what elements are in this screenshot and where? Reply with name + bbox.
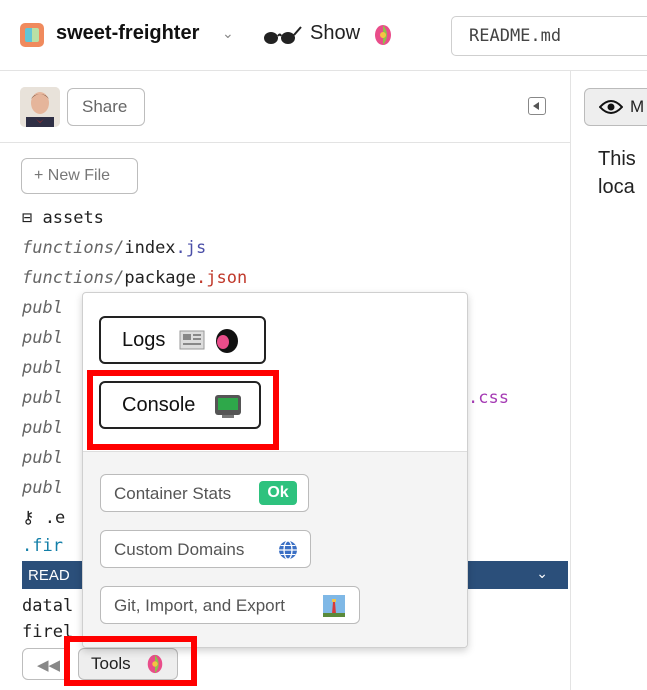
file-item[interactable]: publ bbox=[22, 386, 63, 410]
tools-button-label: Tools bbox=[91, 654, 131, 673]
fish-icon bbox=[375, 25, 391, 45]
file-path: publ bbox=[22, 478, 63, 498]
collapse-sidebar-icon[interactable] bbox=[528, 97, 546, 115]
file-name: .fir bbox=[22, 536, 63, 556]
markdown-toggle-button[interactable]: M bbox=[584, 88, 647, 126]
file-item-assets[interactable]: ⊟ assets bbox=[22, 206, 104, 230]
search-input[interactable]: README.md bbox=[451, 16, 647, 56]
chevron-down-icon[interactable]: ⌄ bbox=[536, 565, 548, 582]
markdown-label: M bbox=[630, 97, 645, 116]
logs-button[interactable]: Logs bbox=[99, 316, 266, 364]
file-name: package bbox=[124, 268, 197, 288]
tools-button[interactable]: Tools bbox=[78, 648, 178, 680]
file-item[interactable]: publ bbox=[22, 476, 63, 500]
divider bbox=[0, 142, 570, 143]
glasses-icon[interactable] bbox=[262, 24, 302, 46]
file-item[interactable]: functions/package.json bbox=[22, 266, 247, 290]
file-item[interactable]: datal bbox=[22, 594, 73, 618]
status-badge: Ok bbox=[259, 481, 297, 505]
file-name: assets bbox=[42, 208, 104, 228]
file-ext: .js bbox=[175, 238, 207, 258]
avatar[interactable] bbox=[20, 87, 60, 127]
file-path: publ bbox=[22, 298, 63, 318]
file-path: publ bbox=[22, 448, 63, 468]
file-path: publ bbox=[22, 328, 63, 348]
console-button[interactable]: Console bbox=[99, 381, 261, 429]
container-stats-button[interactable]: Container Stats Ok bbox=[100, 474, 309, 512]
globe-icon bbox=[279, 540, 297, 560]
preview-line: This bbox=[598, 148, 636, 170]
logs-button-label: Logs bbox=[122, 329, 166, 351]
divider bbox=[570, 70, 571, 690]
file-item[interactable]: .fir bbox=[22, 534, 63, 558]
key-icon: ⚷ bbox=[22, 508, 35, 528]
console-button-label: Console bbox=[122, 394, 196, 416]
rewind-button[interactable]: ◀◀ bbox=[22, 648, 70, 680]
fish-icon bbox=[147, 654, 163, 674]
file-name: firel bbox=[22, 622, 74, 642]
file-name: index bbox=[124, 238, 176, 258]
file-item[interactable]: publ bbox=[22, 326, 63, 350]
share-button-label: Share bbox=[82, 97, 128, 116]
preview-content: This loca bbox=[598, 145, 636, 201]
archive-icon: ⊟ bbox=[22, 208, 33, 228]
file-item[interactable]: publ bbox=[22, 356, 63, 380]
lighthouse-icon bbox=[323, 595, 345, 617]
file-ext: .css bbox=[468, 388, 509, 408]
project-avatar-icon[interactable] bbox=[20, 23, 44, 47]
file-path: functions/ bbox=[22, 268, 125, 288]
show-button-label[interactable]: Show bbox=[310, 22, 360, 45]
file-path: publ bbox=[22, 418, 63, 438]
custom-domains-label: Custom Domains bbox=[114, 540, 245, 559]
file-item[interactable]: functions/index.js bbox=[22, 236, 206, 260]
share-button[interactable]: Share bbox=[67, 88, 145, 126]
new-file-label: + New File bbox=[34, 167, 111, 184]
file-ext: .json bbox=[196, 268, 248, 288]
file-item[interactable]: firel bbox=[22, 620, 73, 644]
chevron-down-icon[interactable]: ⌄ bbox=[222, 25, 234, 42]
preview-line: loca bbox=[598, 176, 635, 198]
popup-top-section: Logs Console bbox=[83, 293, 467, 451]
tools-popup: Logs Console Container Stats Ok Custom D… bbox=[82, 292, 468, 648]
file-item[interactable]: publ bbox=[22, 296, 63, 320]
terminal-icon bbox=[215, 395, 241, 418]
top-header: sweet-freighter ⌄ Show README.md bbox=[0, 0, 647, 71]
fish-icon bbox=[216, 329, 238, 353]
custom-domains-button[interactable]: Custom Domains bbox=[100, 530, 311, 568]
file-item-env[interactable]: ⚷ .e bbox=[22, 506, 65, 530]
new-file-button[interactable]: + New File bbox=[21, 158, 138, 194]
file-item[interactable]: publ bbox=[22, 446, 63, 470]
git-import-export-button[interactable]: Git, Import, and Export bbox=[100, 586, 360, 624]
file-path: publ bbox=[22, 358, 63, 378]
search-input-value: README.md bbox=[469, 26, 562, 46]
file-name: .e bbox=[44, 508, 66, 528]
git-import-export-label: Git, Import, and Export bbox=[114, 596, 286, 615]
selected-file-name: READ bbox=[28, 567, 70, 584]
file-name: datal bbox=[22, 596, 74, 616]
rewind-icon: ◀◀ bbox=[37, 657, 61, 674]
container-stats-label: Container Stats bbox=[114, 484, 232, 503]
file-path: functions/ bbox=[22, 238, 125, 258]
eye-icon bbox=[599, 100, 623, 114]
file-item[interactable]: publ bbox=[22, 416, 63, 440]
newspaper-icon bbox=[179, 330, 205, 350]
file-path: publ bbox=[22, 388, 63, 408]
project-name[interactable]: sweet-freighter bbox=[56, 22, 199, 45]
